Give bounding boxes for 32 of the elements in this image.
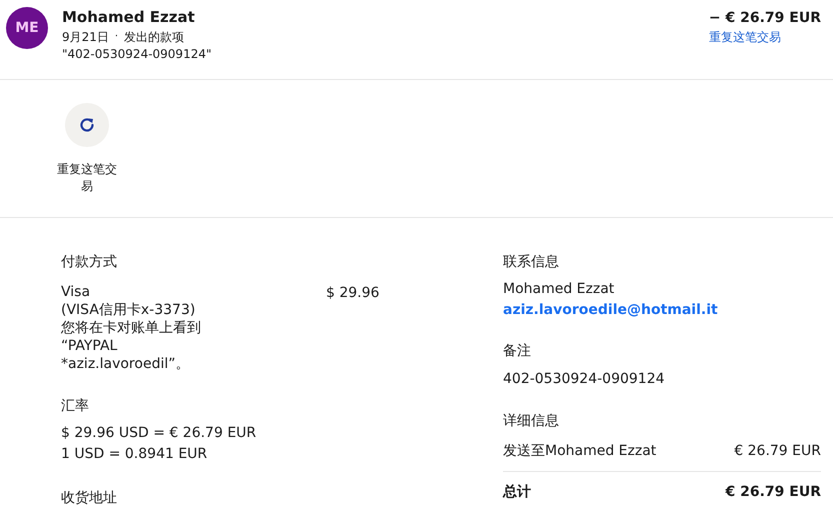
section-heading: 联系信息 <box>503 253 560 272</box>
transaction-amount: − € 26.79 EUR <box>708 9 821 28</box>
email-link[interactable]: aziz.lavoroedile@hotmail.it <box>503 299 821 321</box>
note-text: 402-0530924-0909124 <box>503 370 666 389</box>
repeat-button[interactable] <box>65 103 109 147</box>
payment-line: 您将在卡对账单上看到 <box>61 319 202 337</box>
exchange-rate-text: $ 29.96 USD = € 26.79 EUR <box>61 424 258 443</box>
transaction-type: 发出的款项 <box>124 29 184 46</box>
action-label: 重复这笔交易 <box>56 161 118 195</box>
payment-line: Visa <box>61 283 92 301</box>
section-heading: 备注 <box>503 342 532 361</box>
section-heading: 汇率 <box>61 397 90 416</box>
total-amount: € 26.79 EUR <box>726 483 821 502</box>
avatar: ME <box>6 7 48 49</box>
contact-name: Mohamed Ezzat <box>62 7 196 27</box>
section-heading: 收货地址 <box>61 489 118 508</box>
transaction-date: 9月21日 <box>62 29 109 46</box>
contact-name: Mohamed Ezzat <box>503 280 616 299</box>
detail-label: 发送至Mohamed Ezzat <box>503 442 656 461</box>
payment-line: *aziz.lavoroedil”。 <box>61 355 190 373</box>
separator-dot: · <box>114 30 118 44</box>
reference-text: "402-0530924-0909124" <box>62 46 212 62</box>
payment-line: (VISA信用卡x-3373) <box>61 301 196 319</box>
total-label: 总计 <box>503 483 531 502</box>
payment-line: “PAYPAL <box>61 337 118 355</box>
refresh-icon <box>78 116 96 134</box>
payment-amount: $ 29.96 <box>326 284 380 303</box>
exchange-rate-text: 1 USD = 0.8941 EUR <box>61 445 208 464</box>
section-heading: 详细信息 <box>503 412 560 431</box>
repeat-transaction-link[interactable]: 重复这笔交易 <box>708 28 781 46</box>
section-heading: 付款方式 <box>61 253 118 272</box>
detail-amount: € 26.79 EUR <box>734 442 821 461</box>
